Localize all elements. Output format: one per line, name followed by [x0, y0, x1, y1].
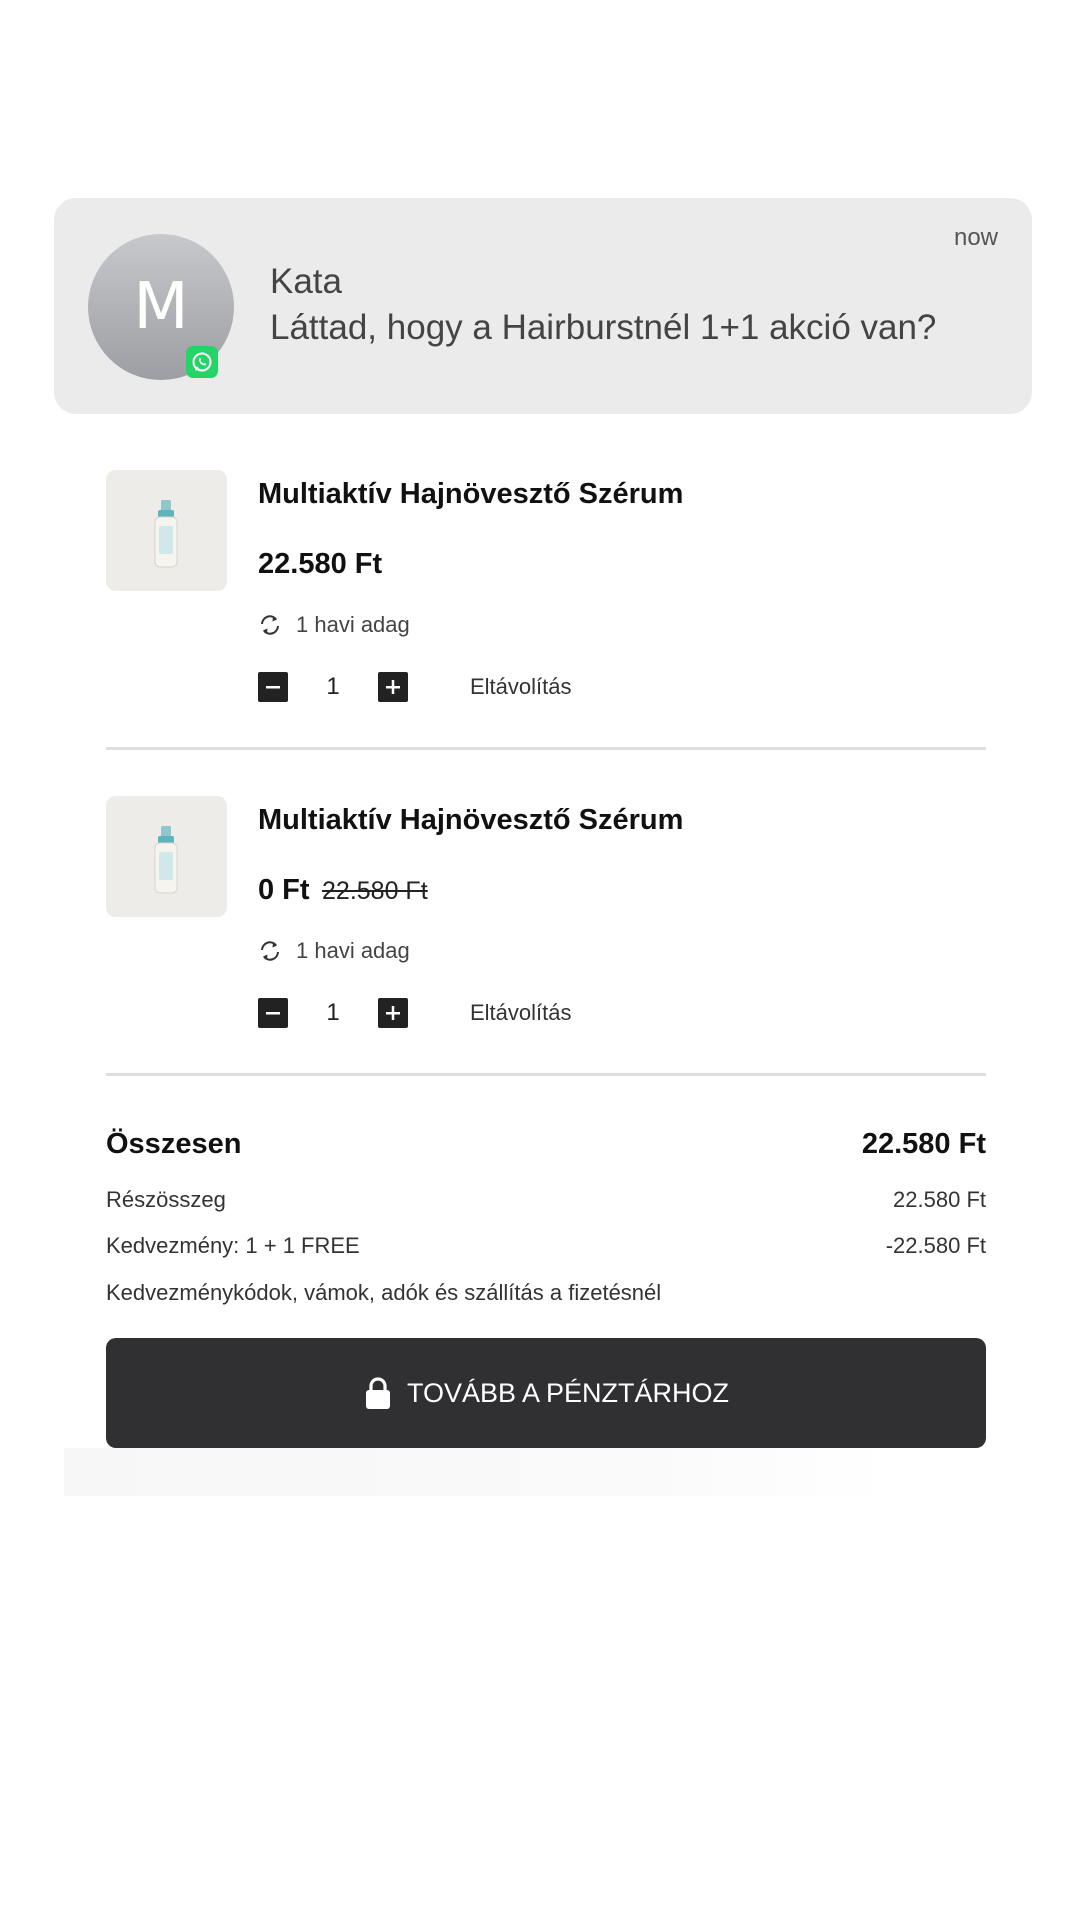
product-title[interactable]: Multiaktív Hajnövesztő Szérum [258, 478, 683, 511]
lock-icon [365, 1377, 390, 1409]
original-price: 22.580 Ft [322, 877, 428, 905]
decrease-quantity-button[interactable] [258, 998, 288, 1028]
subtotal-value: 22.580 Ft [893, 1187, 986, 1212]
plus-icon [386, 680, 400, 694]
discount-value: -22.580 Ft [885, 1233, 986, 1258]
product-price: 22.580 Ft [258, 548, 383, 580]
quantity-stepper: 1 Eltávolítás [258, 672, 572, 702]
subtotal-label: Részösszeg [106, 1187, 226, 1212]
product-title[interactable]: Multiaktív Hajnövesztő Szérum [258, 804, 683, 837]
discount-label: Kedvezmény: 1 + 1 FREE [106, 1233, 360, 1258]
price-row: 0 Ft 22.580 Ft [258, 874, 428, 907]
product-image[interactable] [106, 470, 227, 591]
subscription-info: 1 havi adag [258, 612, 410, 638]
minus-icon [266, 686, 280, 689]
subscription-label: 1 havi adag [296, 612, 410, 637]
product-price: 0 Ft [258, 874, 310, 906]
checkout-note: Kedvezménykódok, vámok, adók és szállítá… [106, 1280, 662, 1305]
price-row: 22.580 Ft [258, 548, 382, 581]
notification-message: Láttad, hogy a Hairburstnél 1+1 akció va… [270, 308, 937, 347]
plus-icon [386, 1006, 400, 1020]
increase-quantity-button[interactable] [378, 998, 408, 1028]
minus-icon [266, 1012, 280, 1015]
product-image[interactable] [106, 796, 227, 917]
divider [106, 747, 986, 750]
divider [106, 1073, 986, 1076]
avatar-initial: M [133, 270, 189, 344]
checkout-button[interactable]: TOVÁBB A PÉNZTÁRHOZ [106, 1338, 986, 1448]
notification-time: now [953, 224, 998, 251]
subscription-info: 1 havi adag [258, 938, 410, 964]
checkout-label: TOVÁBB A PÉNZTÁRHOZ [406, 1377, 730, 1408]
remove-link[interactable]: Eltávolítás [470, 1000, 572, 1026]
total-label: Összesen [106, 1128, 242, 1160]
refresh-icon [261, 615, 279, 635]
notification-sender: Kata [270, 262, 342, 301]
decrease-quantity-button[interactable] [258, 672, 288, 702]
remove-link[interactable]: Eltávolítás [470, 674, 572, 700]
quantity-value: 1 [326, 673, 340, 700]
notification-banner[interactable]: M now Kata Láttad, hogy a Hairburstnél 1… [54, 198, 1032, 414]
quantity-value: 1 [326, 999, 340, 1026]
whatsapp-icon [186, 346, 218, 378]
quantity-stepper: 1 Eltávolítás [258, 998, 572, 1028]
refresh-icon [261, 941, 279, 961]
increase-quantity-button[interactable] [378, 672, 408, 702]
subscription-label: 1 havi adag [296, 938, 410, 963]
total-value: 22.580 Ft [861, 1128, 986, 1160]
panel-bottom-shadow [64, 1448, 894, 1496]
